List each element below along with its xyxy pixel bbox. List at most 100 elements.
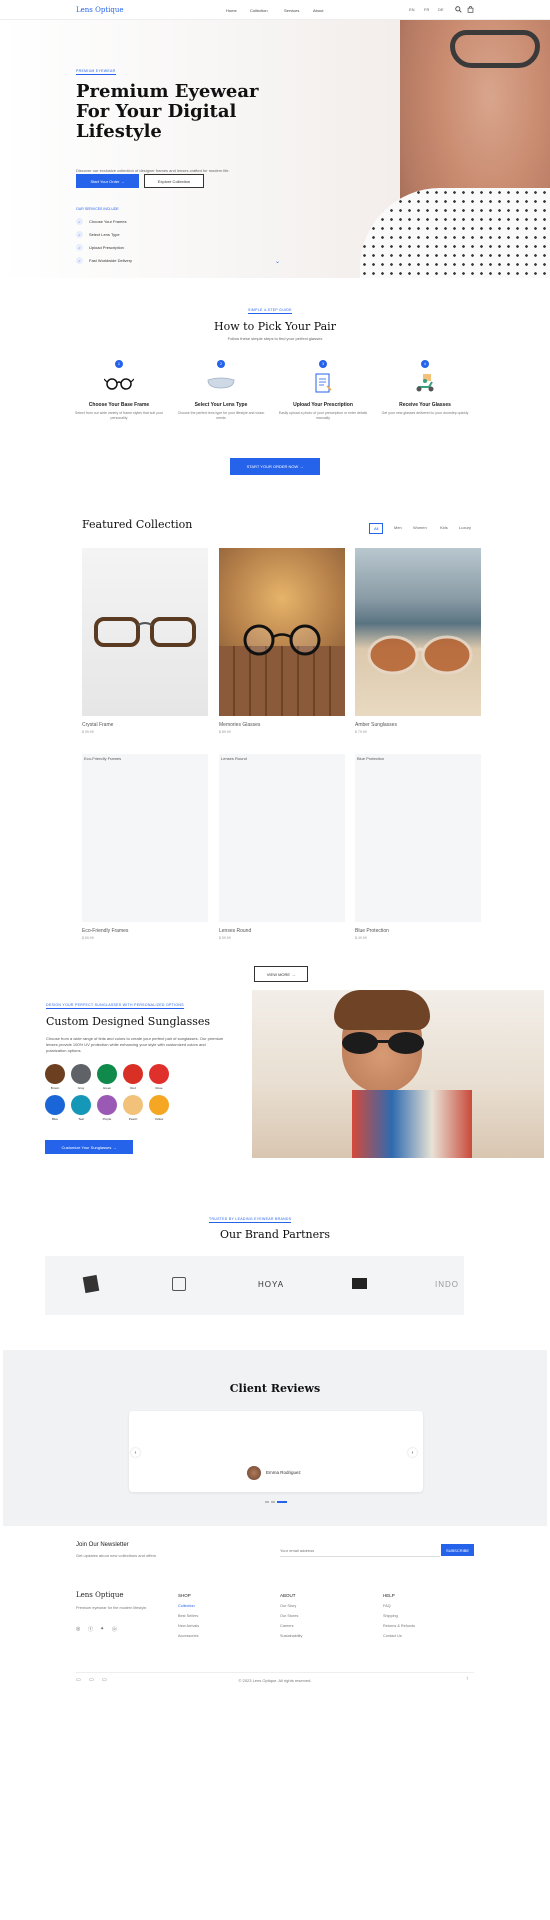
hero-title: Premium Eyewear For Your Digital Lifesty…: [76, 81, 259, 142]
back-to-top-icon[interactable]: ↑: [466, 1676, 469, 1682]
start-order-now-button[interactable]: START YOUR ORDER NOW →: [230, 458, 320, 475]
footer-link[interactable]: Sustainability: [280, 1634, 302, 1638]
footer-col-title: SHOP: [178, 1593, 191, 1598]
view-more-button[interactable]: VIEW MORE →: [254, 966, 308, 982]
newsletter-email-input[interactable]: [280, 1545, 440, 1557]
subscribe-button[interactable]: SUBSCRIBE: [441, 1544, 474, 1556]
footer-link[interactable]: FAQ: [383, 1604, 415, 1608]
model-photo: [252, 990, 544, 1158]
swatch[interactable]: Peach: [122, 1095, 144, 1121]
review-card: Emma Rodriguez: [129, 1411, 423, 1492]
step-title: Select Your Lens Type: [194, 402, 248, 408]
broken-image-label: Lenses Round: [221, 756, 247, 761]
nav-about[interactable]: About: [313, 8, 323, 13]
avatar: [247, 1466, 261, 1480]
glasses-icon: [104, 372, 134, 394]
footer-link[interactable]: Accessories: [178, 1634, 199, 1638]
product-card[interactable]: Amber Sunglasses $ 79.99: [355, 548, 481, 734]
footer-link[interactable]: Our Story: [280, 1604, 302, 1608]
tab-luxury[interactable]: Luxury: [455, 523, 475, 532]
broken-image-label: Blue Protection: [357, 756, 385, 761]
swatch[interactable]: Rose: [148, 1064, 170, 1090]
carousel-dot[interactable]: [265, 1501, 269, 1503]
search-icon[interactable]: [455, 6, 462, 15]
footer-divider: [76, 1672, 474, 1673]
step-description: Choose the perfect lens type for your li…: [177, 411, 265, 420]
tab-men[interactable]: Men: [390, 523, 406, 532]
product-card[interactable]: Lenses Round Lenses Round $ 59.99: [219, 754, 345, 940]
product-card[interactable]: Eco-Friendly Frames Eco-Friendly Frames …: [82, 754, 208, 940]
product-name: Blue Protection: [355, 928, 389, 934]
product-price: $ 89.99: [219, 730, 231, 734]
footer-link[interactable]: Our Stores: [280, 1614, 302, 1618]
step-card: 3 Upload Your Prescription Easily upload…: [273, 360, 373, 421]
explore-collection-button[interactable]: Explore Collection: [144, 174, 204, 188]
footer-link[interactable]: Careers: [280, 1624, 302, 1628]
tab-women[interactable]: Women: [409, 523, 431, 532]
carousel-dot[interactable]: [271, 1501, 275, 1503]
lang-en[interactable]: EN: [409, 7, 415, 12]
pinterest-icon[interactable]: ⓟ: [112, 1626, 117, 1633]
swatch[interactable]: Purple: [96, 1095, 118, 1121]
how-subtitle: Follow these simple steps to find your p…: [227, 336, 323, 341]
product-card[interactable]: Crystal Frame $ 99.99: [82, 548, 208, 734]
newsletter-title: Join Our Newsletter: [76, 1542, 129, 1548]
logo[interactable]: Lens Optique: [76, 6, 124, 14]
start-order-button[interactable]: Start Your Order →: [76, 174, 139, 188]
footer-link[interactable]: Best Sellers: [178, 1614, 199, 1618]
product-image: Eco-Friendly Frames: [82, 754, 208, 922]
footer-link[interactable]: Contact Us: [383, 1634, 415, 1638]
product-card[interactable]: Memories Glasses $ 89.99: [219, 548, 345, 734]
footer-link[interactable]: Collection: [178, 1604, 199, 1608]
twitter-icon[interactable]: ✦: [100, 1626, 104, 1632]
product-price: $ 59.99: [219, 936, 231, 940]
sunglasses-icon: [342, 1032, 424, 1054]
tab-all[interactable]: All: [369, 523, 384, 534]
next-arrow-icon[interactable]: ›: [408, 1448, 417, 1457]
step-number: 1: [115, 360, 123, 368]
custom-title: Custom Designed Sunglasses: [46, 1015, 211, 1028]
lang-fr[interactable]: FR: [424, 7, 429, 12]
lang-de[interactable]: DE: [438, 7, 444, 12]
footer-description: Premium eyewear for the modern lifestyle…: [76, 1606, 148, 1610]
hero-eyebrow: PREMIUM EYEWEAR: [76, 69, 116, 75]
swatch[interactable]: Blue: [44, 1095, 66, 1121]
scroll-down-icon[interactable]: ⌄: [275, 258, 280, 265]
swatch[interactable]: Gray: [70, 1064, 92, 1090]
color-swatches: Brown Gray Green Red Rose Blue Teal Purp…: [44, 1064, 176, 1121]
footer-link[interactable]: New Arrivals: [178, 1624, 199, 1628]
footer-col-title: ABOUT: [280, 1593, 296, 1598]
custom-description: Choose from a wide range of tints and co…: [46, 1036, 224, 1053]
footer-link[interactable]: Shipping: [383, 1614, 415, 1618]
swatch[interactable]: Brown: [44, 1064, 66, 1090]
newsletter-description: Get updates about new collections and of…: [76, 1553, 156, 1558]
footer-col-help: HELP FAQ Shipping Returns & Refunds Cont…: [383, 1593, 415, 1638]
footer-link[interactable]: Returns & Refunds: [383, 1624, 415, 1628]
prev-arrow-icon[interactable]: ‹: [131, 1448, 140, 1457]
product-image: Blue Protection: [355, 754, 481, 922]
check-icon: ✓: [76, 244, 83, 251]
cart-icon[interactable]: [467, 6, 474, 15]
swatch[interactable]: Yellow: [148, 1095, 170, 1121]
product-card[interactable]: Blue Protection Blue Protection $ 49.99: [355, 754, 481, 940]
product-image: [219, 548, 345, 716]
brand-logo-icon: [82, 1274, 100, 1294]
hero-feature: ✓ Fast Worldwide Delivery: [76, 257, 132, 264]
reviewer-name: Emma Rodriguez: [266, 1470, 301, 1475]
swatch[interactable]: Red: [122, 1064, 144, 1090]
swatch[interactable]: Green: [96, 1064, 118, 1090]
footer-logo[interactable]: Lens Optique: [76, 1591, 124, 1599]
customize-sunglasses-button[interactable]: Customize Your Sunglasses →: [45, 1140, 133, 1154]
carousel-dot-active[interactable]: [277, 1501, 287, 1503]
delivery-scooter-icon: [410, 372, 440, 394]
nav-home[interactable]: Home: [226, 8, 237, 13]
facebook-icon[interactable]: ⓕ: [88, 1626, 93, 1633]
nav-collection[interactable]: Collection: [250, 8, 268, 13]
tab-kids[interactable]: Kids: [436, 523, 452, 532]
reviews-section: Client Reviews Emma Rodriguez ‹ ›: [3, 1350, 547, 1526]
how-eyebrow: SIMPLE 4-STEP GUIDE: [248, 308, 292, 314]
nav-services[interactable]: Services: [284, 8, 299, 13]
step-title: Receive Your Glasses: [399, 402, 451, 408]
swatch[interactable]: Teal: [70, 1095, 92, 1121]
instagram-icon[interactable]: ◎: [76, 1626, 80, 1632]
